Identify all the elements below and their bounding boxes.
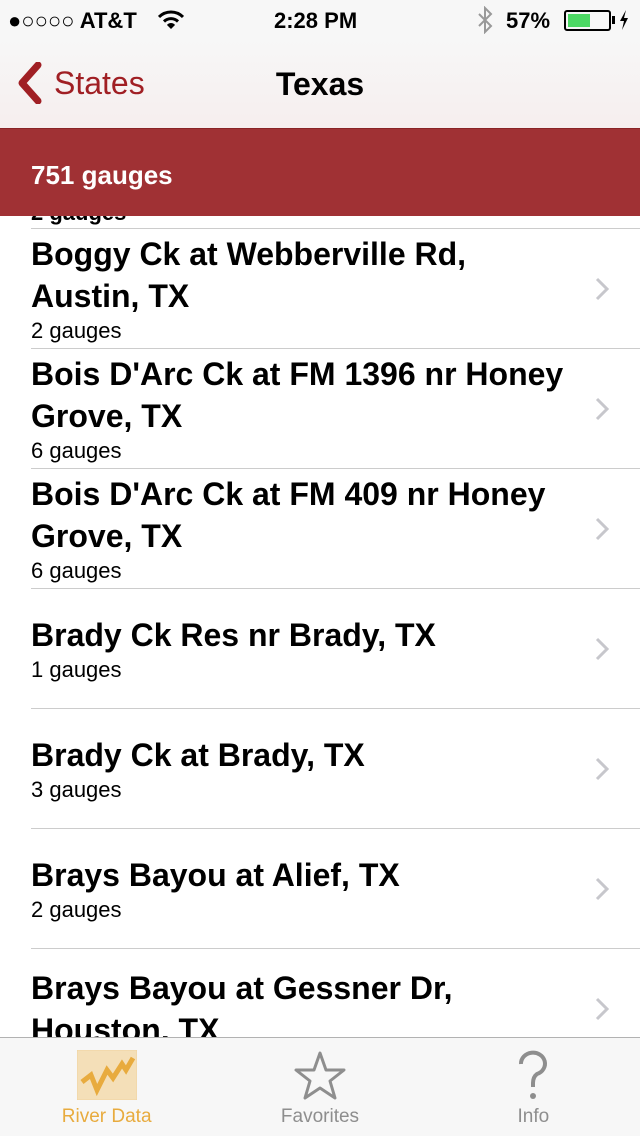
tab-label: River Data: [61, 1106, 152, 1127]
chevron-right-icon: [595, 517, 610, 540]
status-bar: ●○○○○ AT&T 2:28 PM 57%: [0, 0, 640, 40]
battery-icon: [564, 10, 611, 31]
charging-icon: [620, 10, 628, 30]
list-item-subtitle: 2 gauges: [31, 896, 122, 922]
star-icon: [294, 1051, 346, 1100]
clock: 2:28 PM: [274, 8, 358, 33]
list-item-title: Brays Bayou at Alief, TX: [31, 856, 400, 893]
tab-info[interactable]: Info: [427, 1038, 640, 1136]
navigation-bar: States Texas: [0, 40, 640, 128]
list-item[interactable]: Brays Bayou at Alief, TX 2 gauges: [31, 829, 640, 949]
bluetooth-icon: [478, 6, 493, 34]
chevron-right-icon: [595, 397, 610, 420]
list-item-subtitle: 1 gauges: [31, 656, 122, 682]
battery-percent: 57%: [506, 8, 551, 33]
list-item-subtitle: 6 gauges: [31, 557, 122, 583]
list-item-title: Brady Ck at Brady, TX: [31, 736, 365, 773]
carrier: ●○○○○ AT&T: [8, 8, 137, 33]
gauge-list[interactable]: 2 gauges Boggy Ck at Webberville Rd, Aus…: [0, 128, 640, 1037]
page-title: Texas: [275, 66, 365, 102]
question-icon: [519, 1050, 548, 1099]
list-item-title: Brays Bayou at Gessner Dr, Houston, TX: [31, 969, 453, 1038]
chevron-right-icon: [595, 997, 610, 1020]
tab-label: Favorites: [280, 1106, 360, 1127]
list-item-title: Brady Ck Res nr Brady, TX: [31, 616, 436, 653]
list-item[interactable]: Brady Ck Res nr Brady, TX 1 gauges: [31, 589, 640, 709]
list-item-title: Bois D'Arc Ck at FM 409 nr Honey Grove, …: [31, 475, 546, 554]
chevron-right-icon: [595, 877, 610, 900]
chevron-right-icon: [595, 637, 610, 660]
tab-bar: River Data Favorites Info: [0, 1037, 640, 1136]
list-item[interactable]: Bois D'Arc Ck at FM 409 nr Honey Grove, …: [31, 469, 640, 589]
list-item-subtitle: 2 gauges: [31, 317, 122, 343]
list-item-title: Bois D'Arc Ck at FM 1396 nr Honey Grove,…: [31, 355, 564, 434]
list-item[interactable]: Brays Bayou at Gessner Dr, Houston, TX: [31, 949, 640, 1037]
tab-favorites[interactable]: Favorites: [213, 1038, 426, 1136]
river-chart-icon: [76, 1050, 137, 1100]
list-item[interactable]: Boggy Ck at Webberville Rd, Austin, TX 2 …: [31, 229, 640, 349]
wifi-icon: [158, 10, 184, 29]
list-item[interactable]: Brady Ck at Brady, TX 3 gauges: [31, 709, 640, 829]
list-item[interactable]: Bois D'Arc Ck at FM 1396 nr Honey Grove,…: [31, 349, 640, 469]
list-item-subtitle: 6 gauges: [31, 437, 122, 463]
tab-label: Info: [517, 1106, 550, 1127]
list-item-subtitle: 3 gauges: [31, 776, 122, 802]
list-item-title: Boggy Ck at Webberville Rd, Austin, TX: [31, 235, 467, 314]
chevron-right-icon: [595, 757, 610, 780]
gauge-count-header: 751 gauges: [0, 128, 640, 216]
tab-river-data[interactable]: River Data: [0, 1038, 213, 1136]
chevron-right-icon: [595, 277, 610, 300]
